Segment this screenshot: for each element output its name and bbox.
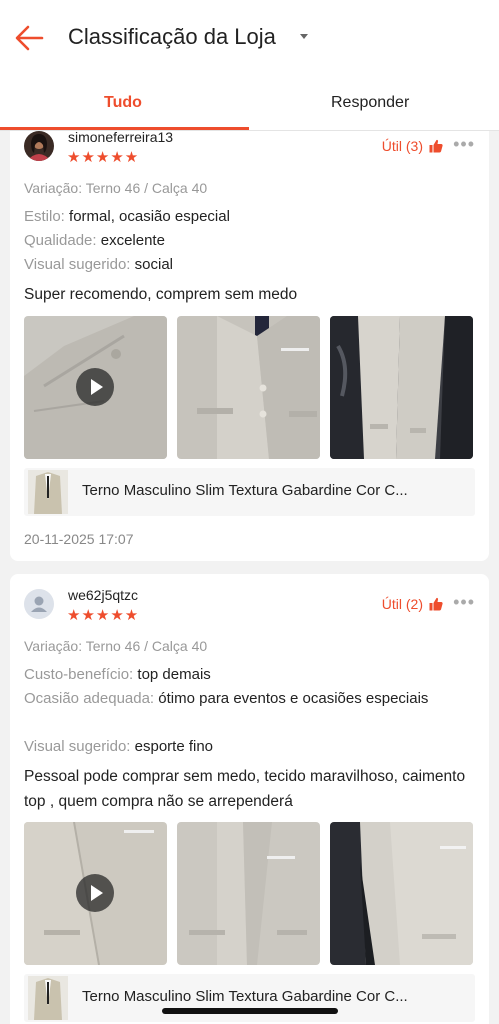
more-dots-icon[interactable]: ••• [453,134,475,155]
default-avatar-icon[interactable] [24,589,54,619]
review-attribute: Visual sugerido: esporte fino [24,738,214,755]
useful-count: Útil (3) [381,138,423,154]
product-link[interactable]: Terno Masculino Slim Textura Gabardine C… [24,974,475,1022]
review-photo[interactable] [330,822,473,965]
tab-all[interactable]: Tudo [104,94,142,112]
review-video-thumbnail[interactable] [24,316,167,459]
review-attribute: Estilo: formal, ocasião especial [24,208,230,225]
review-username[interactable]: we62j5qtzc [68,587,138,603]
product-name: Terno Masculino Slim Textura Gabardine C… [82,988,408,1005]
product-thumbnail [28,976,68,1020]
review-card: simoneferreira13 ★★★★★ Útil (3) ••• Vari… [10,131,489,561]
product-link[interactable]: Terno Masculino Slim Textura Gabardine C… [24,468,475,516]
dropdown-caret-icon[interactable] [300,34,308,39]
star-rating: ★★★★★ [67,149,140,166]
page-title[interactable]: Classificação da Loja [68,24,276,50]
thumbs-up-icon [429,597,443,611]
app-header: Classificação da Loja [0,0,499,78]
play-icon[interactable] [76,874,114,912]
product-thumbnail [28,470,68,514]
review-date: 20-11-2025 17:07 [24,531,134,547]
review-attribute: Qualidade: excelente [24,232,165,249]
review-video-thumbnail[interactable] [24,822,167,965]
play-icon[interactable] [76,368,114,406]
review-attribute: Visual sugerido: social [24,256,173,273]
useful-count: Útil (2) [381,596,423,612]
more-dots-icon[interactable]: ••• [453,592,475,613]
review-username[interactable]: simoneferreira13 [68,131,173,145]
back-arrow-icon[interactable] [14,24,44,52]
review-variation: Variação: Terno 46 / Calça 40 [24,180,208,196]
star-rating: ★★★★★ [67,607,140,624]
tab-responder[interactable]: Responder [331,94,409,112]
review-photo[interactable] [177,822,320,965]
active-tab-indicator [0,127,249,130]
home-indicator [162,1008,338,1014]
useful-button[interactable]: Útil (3) [382,138,443,154]
review-variation: Variação: Terno 46 / Calça 40 [24,638,208,654]
review-comment: Pessoal pode comprar sem medo, tecido ma… [24,768,466,810]
thumbs-up-icon [429,139,443,153]
avatar[interactable] [24,131,54,161]
review-attribute: Ocasião adequada: ótimo para eventos e o… [24,690,429,707]
review-card: we62j5qtzc ★★★★★ Útil (2) ••• Variação: … [10,574,489,1024]
review-photo[interactable] [330,316,473,459]
review-attribute: Custo-benefício: top demais [24,666,211,683]
useful-button[interactable]: Útil (2) [382,596,443,612]
review-photo[interactable] [177,316,320,459]
review-comment: Super recomendo, comprem sem medo [24,286,298,303]
tab-bar: Tudo Responder [0,78,499,131]
product-name: Terno Masculino Slim Textura Gabardine C… [82,482,408,499]
